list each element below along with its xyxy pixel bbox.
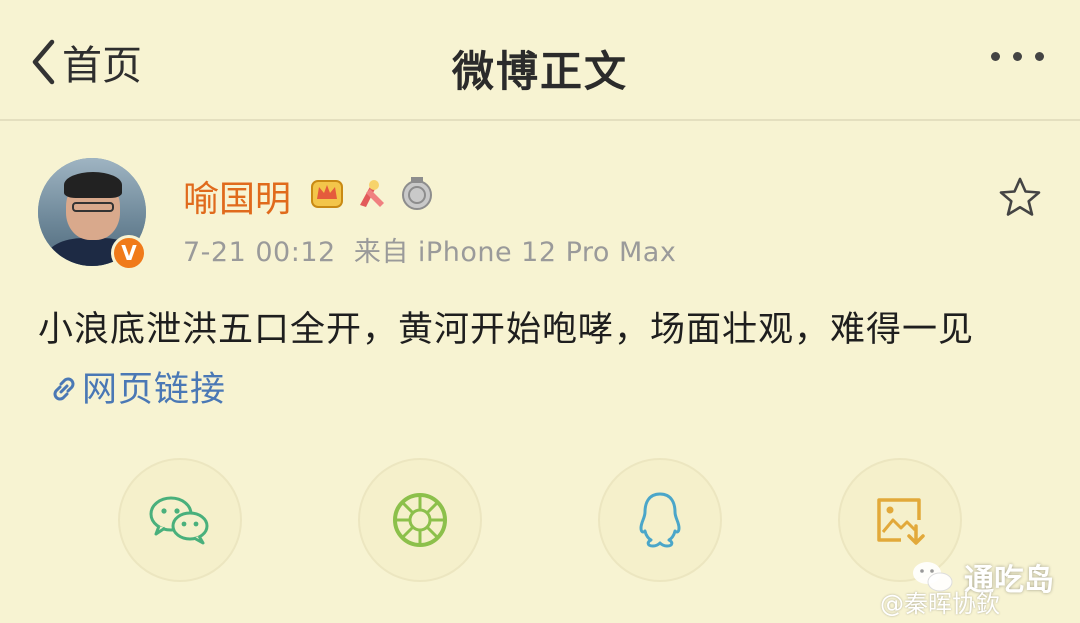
post-content: 小浪底泄洪五口全开，黄河开始咆哮，场面壮观，难得一见 网页链接 [38,300,1048,420]
weibo-watermark: @秦晖协欽 [880,584,1000,619]
save-image-icon [877,498,925,545]
user-badges [308,175,434,211]
share-qq-button[interactable] [598,458,722,582]
share-wechat-button[interactable] [118,458,242,582]
wechat-icon [149,496,209,545]
post-time: 7-21 00:12 [183,237,336,268]
post-source: 来自 iPhone 12 Pro Max [353,237,677,268]
web-link[interactable]: 网页链接 [38,370,226,410]
post-meta: 7-21 00:12 来自 iPhone 12 Pro Max [183,230,676,269]
qq-icon [639,492,681,548]
star-icon[interactable] [998,176,1042,218]
moments-icon [393,493,447,547]
page-title: 微博正文 [451,47,628,96]
more-options-button[interactable] [991,52,1044,61]
medal-badge-icon [402,177,432,210]
more-dot [991,52,1000,61]
verified-badge: V [111,235,147,271]
top-navigation-bar: 首页 微博正文 [0,0,1080,121]
more-dot [1013,52,1022,61]
ribbon-badge-icon [360,180,384,207]
post-text: 小浪底泄洪五口全开，黄河开始咆哮，场面壮观，难得一见 [38,310,975,350]
more-dot [1035,52,1044,61]
web-link-label: 网页链接 [82,370,227,410]
author-name[interactable]: 喻国明 [183,170,291,222]
share-moments-button[interactable] [358,458,482,582]
weibo-watermark-text: @秦晖协欽 [880,590,1000,618]
crown-badge-icon [311,180,343,208]
link-icon [53,377,75,401]
